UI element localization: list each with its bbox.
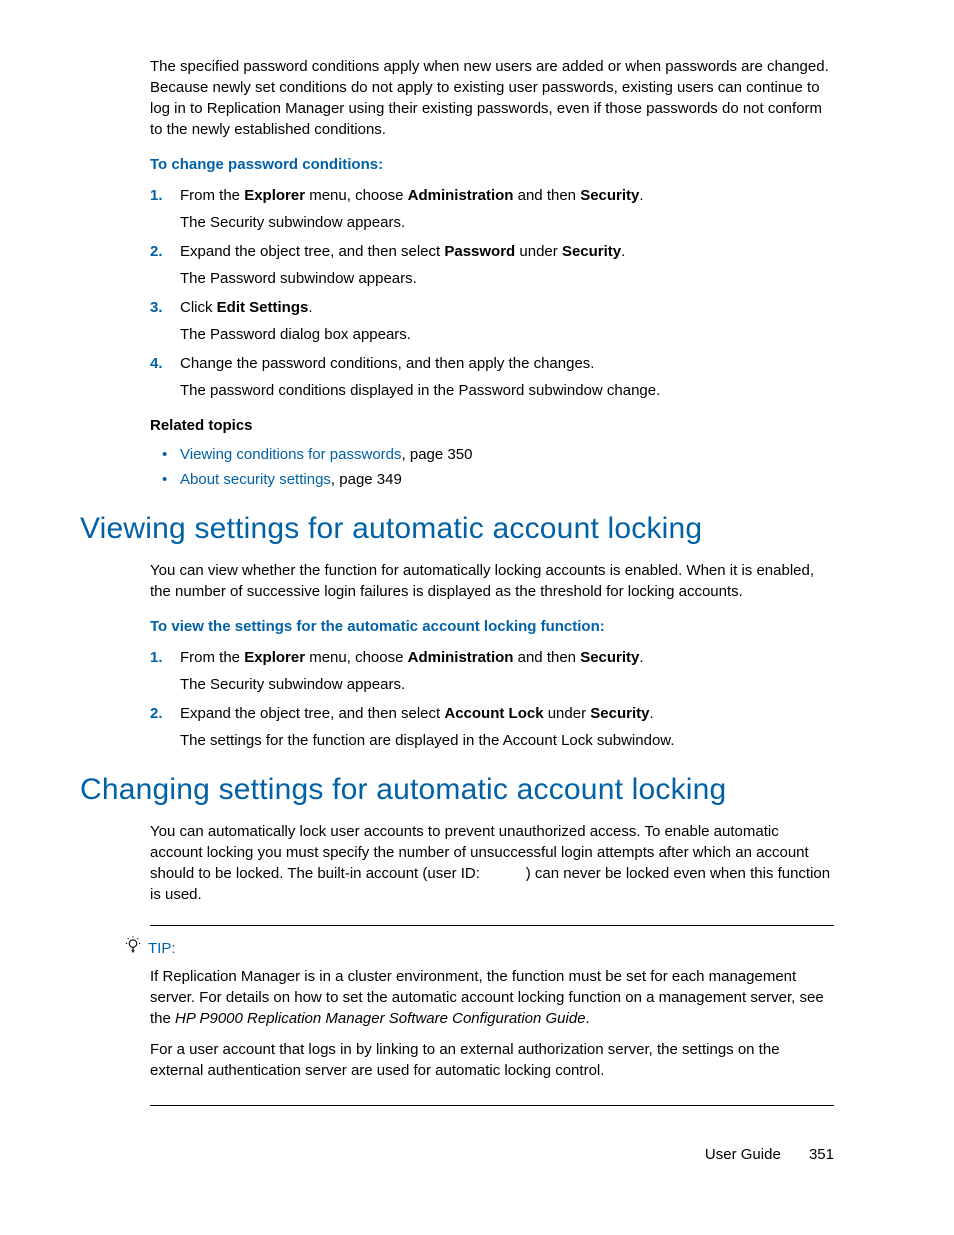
changing-intro: You can automatically lock user accounts…: [150, 821, 834, 905]
related-topics-list: Viewing conditions for passwords, page 3…: [150, 444, 834, 490]
procedure-2-heading: To view the settings for the automatic a…: [150, 616, 834, 637]
procedure-step: 1. From the Explorer menu, choose Admini…: [150, 185, 834, 233]
related-link-rest: , page 349: [331, 471, 402, 488]
procedure-1-heading: To change password conditions:: [150, 154, 834, 175]
step-text: Expand the object tree, and then select …: [180, 243, 625, 260]
step-text: From the Explorer menu, choose Administr…: [180, 187, 644, 204]
tip-label: TIP:: [148, 938, 176, 959]
step-subtext: The Security subwindow appears.: [180, 212, 834, 233]
step-text: Expand the object tree, and then select …: [180, 705, 654, 722]
viewing-intro: You can view whether the function for au…: [150, 560, 834, 602]
procedure-2-list: 1. From the Explorer menu, choose Admini…: [150, 647, 834, 751]
footer-label: User Guide: [705, 1146, 781, 1163]
procedure-step: 1. From the Explorer menu, choose Admini…: [150, 647, 834, 695]
page-footer: User Guide 351: [705, 1144, 834, 1165]
step-number: 3.: [150, 297, 163, 318]
step-subtext: The Security subwindow appears.: [180, 674, 834, 695]
procedure-1-list: 1. From the Explorer menu, choose Admini…: [150, 185, 834, 401]
list-item: Viewing conditions for passwords, page 3…: [150, 444, 834, 465]
section-heading-viewing: Viewing settings for automatic account l…: [80, 508, 834, 550]
step-text: Change the password conditions, and then…: [180, 355, 594, 372]
tip-paragraph: For a user account that logs in by linki…: [150, 1039, 834, 1081]
step-number: 2.: [150, 241, 163, 262]
tip-box: TIP: If Replication Manager is in a clus…: [150, 925, 834, 1106]
related-link[interactable]: Viewing conditions for passwords: [180, 446, 402, 463]
section-heading-changing: Changing settings for automatic account …: [80, 769, 834, 811]
step-number: 1.: [150, 185, 163, 206]
step-subtext: The password conditions displayed in the…: [180, 380, 834, 401]
procedure-step: 3. Click Edit Settings. The Password dia…: [150, 297, 834, 345]
lightbulb-icon: [124, 936, 142, 960]
step-subtext: The settings for the function are displa…: [180, 730, 834, 751]
step-text: From the Explorer menu, choose Administr…: [180, 649, 644, 666]
procedure-step: 2. Expand the object tree, and then sele…: [150, 241, 834, 289]
step-number: 4.: [150, 353, 163, 374]
page-number: 351: [809, 1146, 834, 1163]
list-item: About security settings, page 349: [150, 469, 834, 490]
step-subtext: The Password dialog box appears.: [180, 324, 834, 345]
step-subtext: The Password subwindow appears.: [180, 268, 834, 289]
step-text: Click Edit Settings.: [180, 299, 313, 316]
related-link[interactable]: About security settings: [180, 471, 331, 488]
step-number: 1.: [150, 647, 163, 668]
tip-heading: TIP:: [150, 936, 834, 960]
tip-paragraph: If Replication Manager is in a cluster e…: [150, 966, 834, 1029]
step-number: 2.: [150, 703, 163, 724]
procedure-step: 2. Expand the object tree, and then sele…: [150, 703, 834, 751]
related-topics-heading: Related topics: [150, 415, 834, 436]
intro-paragraph: The specified password conditions apply …: [150, 56, 834, 140]
related-link-rest: , page 350: [402, 446, 473, 463]
procedure-step: 4. Change the password conditions, and t…: [150, 353, 834, 401]
